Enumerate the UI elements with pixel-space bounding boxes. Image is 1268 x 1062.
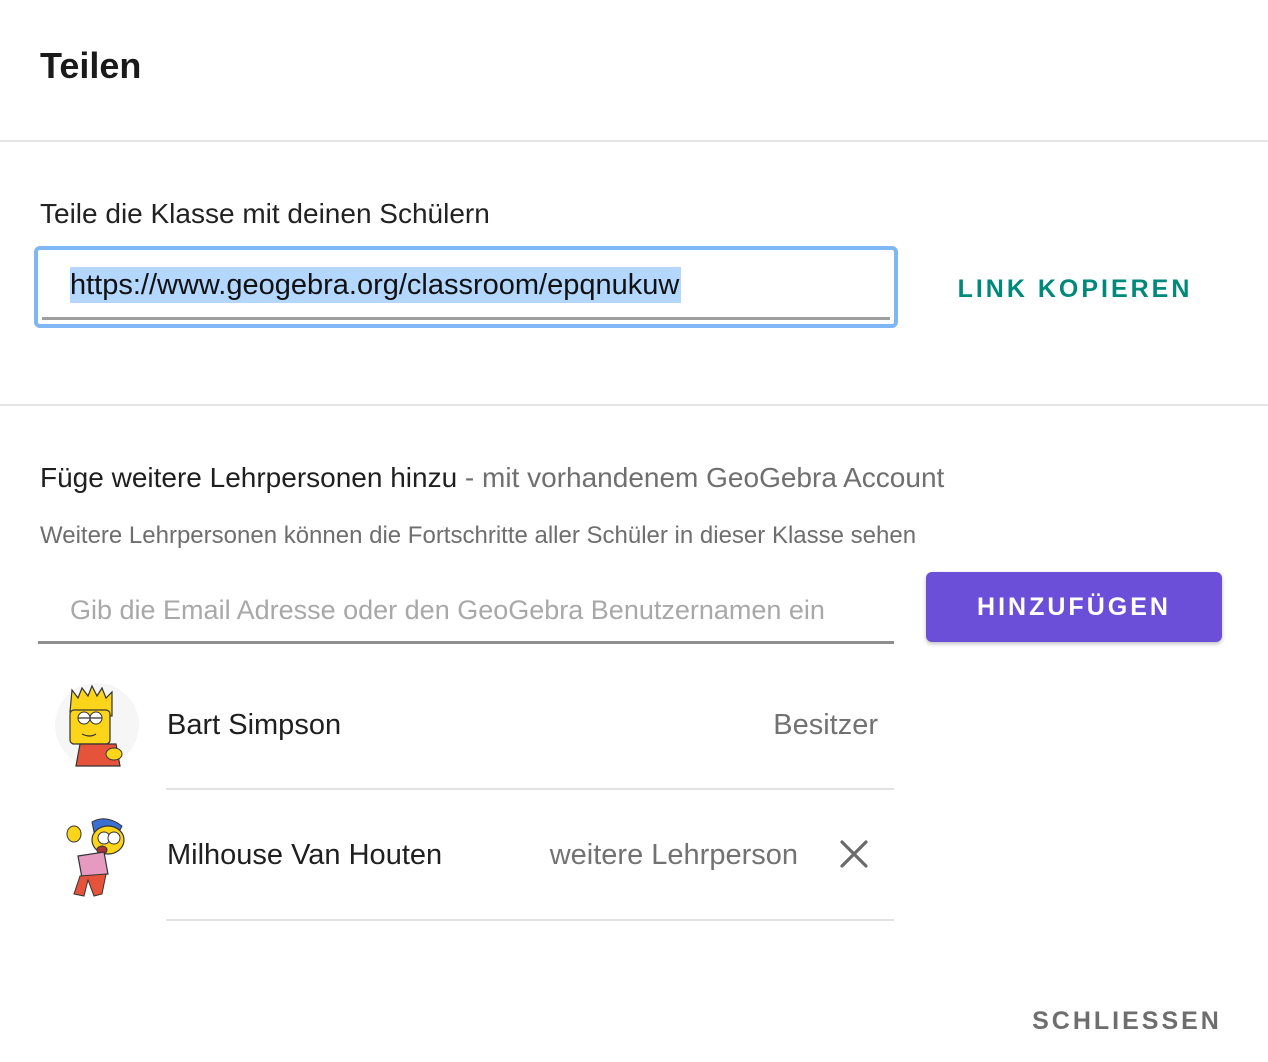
- row-divider: [166, 919, 894, 921]
- close-dialog-button[interactable]: SCHLIESSEN: [1020, 998, 1234, 1044]
- share-dialog: Teilen Teile die Klasse mit deinen Schül…: [0, 0, 1268, 1062]
- avatar-milhouse: [55, 813, 139, 897]
- class-link-text[interactable]: https://www.geogebra.org/classroom/epqnu…: [70, 267, 682, 303]
- teacher-name: Milhouse Van Houten: [167, 839, 443, 871]
- add-teacher-button[interactable]: HINZUFÜGEN: [926, 572, 1222, 642]
- teacher-email-field: [38, 580, 894, 644]
- class-link-field[interactable]: https://www.geogebra.org/classroom/epqnu…: [34, 246, 898, 328]
- avatar-bart: [55, 683, 139, 767]
- section-divider: [0, 404, 1268, 406]
- header-divider: [0, 140, 1268, 142]
- close-icon[interactable]: [834, 834, 874, 874]
- teacher-email-input[interactable]: [70, 588, 862, 632]
- copy-link-button[interactable]: LINK KOPIEREN: [940, 266, 1210, 312]
- teacher-row: Milhouse Van Houten weitere Lehrperson: [40, 790, 894, 921]
- add-teachers-heading-sub: - mit vorhandenem GeoGebra Account: [457, 462, 945, 493]
- share-students-label: Teile die Klasse mit deinen Schülern: [40, 198, 490, 229]
- teacher-row: Bart Simpson Besitzer: [40, 660, 894, 790]
- dialog-title: Teilen: [40, 45, 142, 86]
- teacher-role: weitere Lehrperson: [549, 839, 798, 871]
- teacher-name: Bart Simpson: [167, 709, 342, 741]
- add-teachers-description: Weitere Lehrpersonen können die Fortschr…: [40, 522, 917, 549]
- teacher-role: Besitzer: [773, 709, 878, 741]
- add-teachers-heading: Füge weitere Lehrpersonen hinzu - mit vo…: [40, 460, 944, 496]
- add-teachers-heading-main: Füge weitere Lehrpersonen hinzu: [40, 462, 458, 493]
